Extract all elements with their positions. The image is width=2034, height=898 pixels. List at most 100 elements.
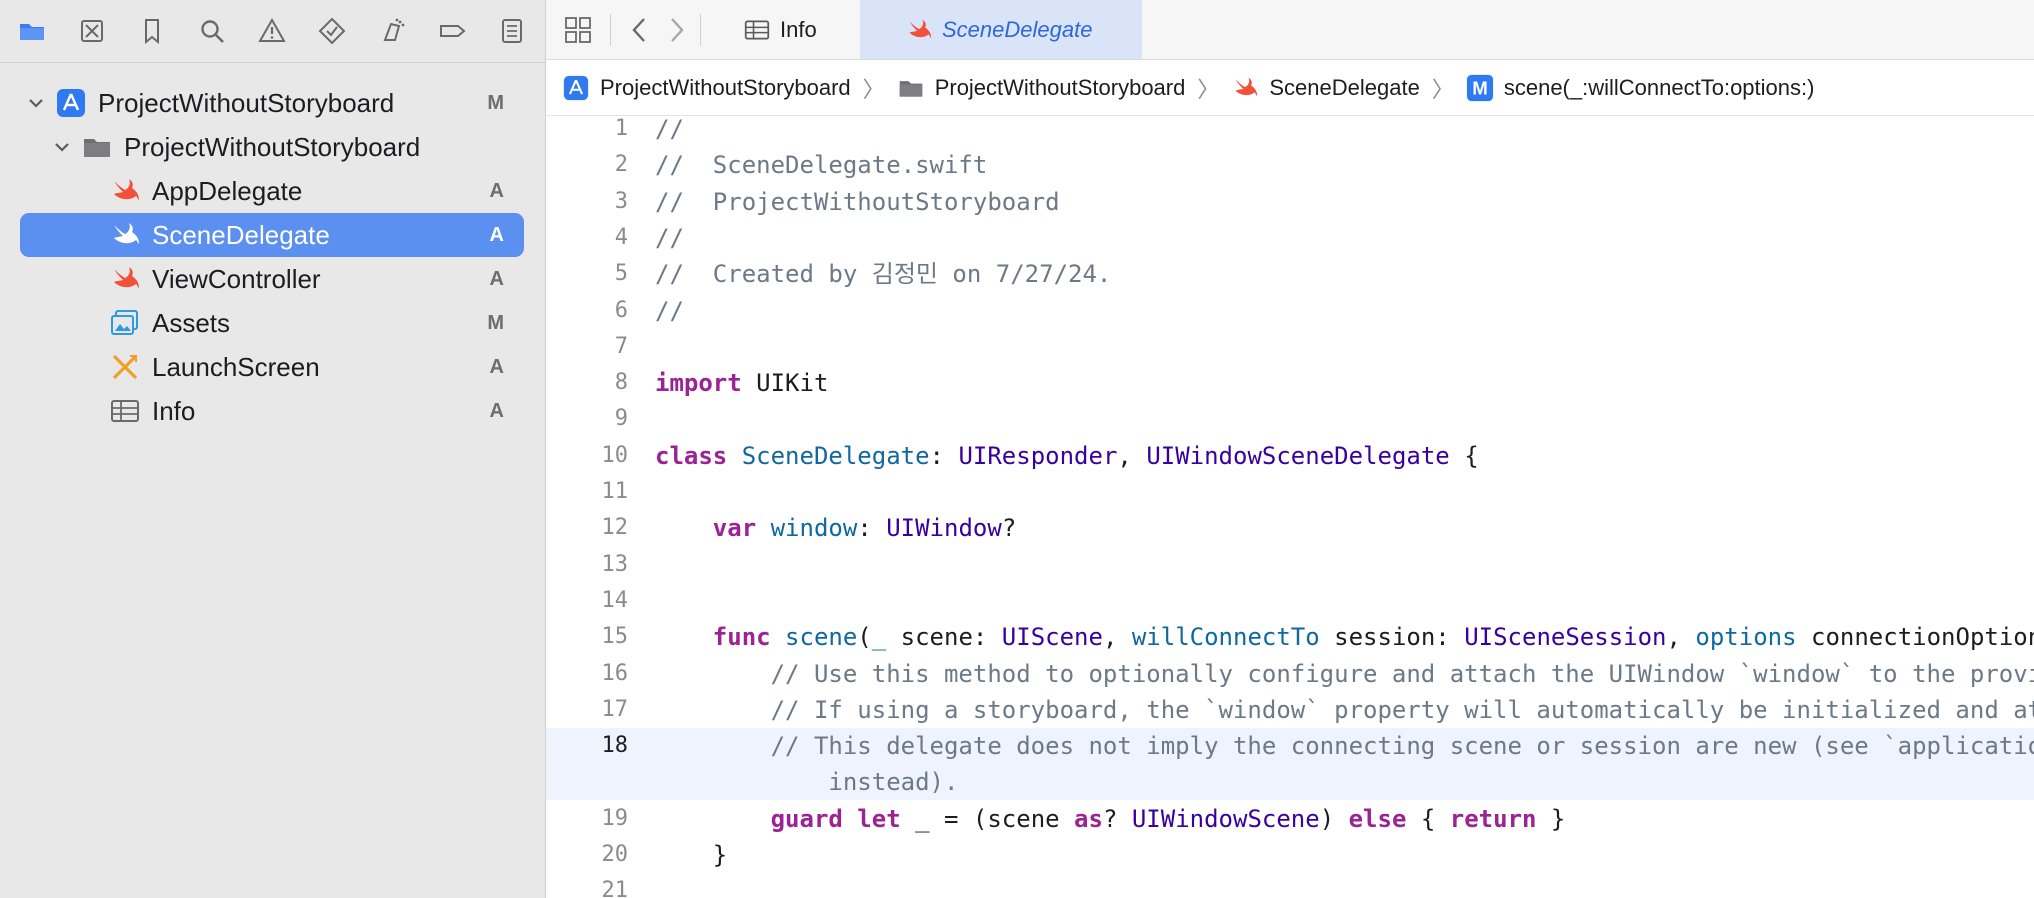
code-line[interactable]: 20 }: [546, 837, 2034, 873]
debug-icon[interactable]: [374, 13, 410, 49]
code-line[interactable]: 15 func scene(_ scene: UIScene, willConn…: [546, 619, 2034, 655]
code-text: }: [655, 837, 727, 873]
code-line[interactable]: 7: [546, 329, 2034, 365]
code-line[interactable]: 18 // This delegate does not imply the c…: [546, 728, 2034, 801]
tree-item-appdelegate[interactable]: AppDelegate A: [20, 169, 524, 213]
code-token: ?: [1001, 514, 1017, 543]
code-token: UIWindowScene: [1131, 804, 1320, 833]
tree-item-viewcontroller[interactable]: ViewController A: [20, 257, 524, 301]
breadcrumb-file[interactable]: SceneDelegate: [1231, 74, 1420, 102]
code-token: // Use this method to optionally configu…: [770, 659, 2034, 688]
code-line[interactable]: 3 // ProjectWithoutStoryboard: [546, 184, 2034, 220]
code-text: guard let _ = (scene as? UIWindowScene) …: [655, 801, 1566, 837]
code-line[interactable]: 16 // Use this method to optionally conf…: [546, 656, 2034, 692]
code-line[interactable]: 2 // SceneDelegate.swift: [546, 147, 2034, 183]
tree-item-assets[interactable]: Assets M: [20, 301, 524, 345]
code-token: //: [655, 223, 684, 252]
tree-item-launchscreen[interactable]: LaunchScreen A: [20, 345, 524, 389]
line-number: 20: [601, 842, 629, 867]
code-token: //: [655, 116, 684, 143]
find-icon[interactable]: [194, 13, 230, 49]
chevron-left-icon[interactable]: [622, 12, 658, 48]
folder-icon[interactable]: [14, 13, 50, 49]
code-token: UIWindow: [886, 514, 1002, 543]
code-line[interactable]: 4 //: [546, 220, 2034, 256]
toolbar-divider: [610, 14, 611, 46]
breadcrumb-project[interactable]: ProjectWithoutStoryboard: [562, 74, 851, 102]
scm-status-badge: A: [489, 399, 504, 422]
code-text: instead).: [655, 764, 958, 800]
code-line[interactable]: 8 import UIKit: [546, 365, 2034, 401]
swift-file-icon: [1231, 74, 1259, 102]
tab-info[interactable]: Info: [710, 0, 826, 59]
bookmark-icon[interactable]: [134, 13, 170, 49]
method-icon: M: [1466, 74, 1494, 102]
test-icon[interactable]: [314, 13, 350, 49]
code-line[interactable]: 14: [546, 583, 2034, 619]
chevron-down-icon[interactable]: [52, 137, 72, 157]
code-text: class SceneDelegate: UIResponder, UIWind…: [655, 438, 1479, 474]
code-token: UIWindowSceneDelegate: [1146, 441, 1450, 470]
tab-scenedelegate[interactable]: SceneDelegate: [860, 0, 1142, 59]
tree-item-project[interactable]: ProjectWithoutStoryboard M: [20, 81, 524, 125]
tree-item-info[interactable]: Info A: [20, 389, 524, 433]
source-editor: Info SceneDelegate ProjectWithoutStorybo…: [546, 0, 2034, 898]
tree-item-scenedelegate[interactable]: SceneDelegate A: [20, 213, 524, 257]
method-icon-letter: M: [1472, 77, 1488, 98]
issue-icon[interactable]: [254, 13, 290, 49]
code-token: UIResponder: [958, 441, 1118, 470]
code-text: // Created by 김정민 on 7/27/24.: [655, 256, 1111, 292]
line-number: 7: [614, 333, 628, 359]
scm-status-badge: A: [489, 179, 504, 202]
source-control-icon[interactable]: [74, 13, 110, 49]
breadcrumb-symbol[interactable]: M scene(_:willConnectTo:options:): [1466, 74, 1814, 102]
code-line[interactable]: 21: [546, 873, 2034, 898]
breadcrumb-label: ProjectWithoutStoryboard: [934, 74, 1186, 100]
tab-label: Info: [780, 16, 817, 42]
code-token: :: [929, 441, 959, 470]
line-number: 15: [601, 624, 629, 650]
code-token: {: [1449, 441, 1479, 470]
tree-item-label: LaunchScreen: [152, 351, 320, 382]
code-line[interactable]: 12 var window: UIWindow?: [546, 510, 2034, 546]
xcode-project-icon: [562, 74, 590, 102]
code-area[interactable]: 1 // 2 // SceneDelegate.swift 3 // ProjectWit…: [546, 116, 2034, 898]
tree-item-group[interactable]: ProjectWithoutStoryboard: [20, 125, 524, 169]
swift-file-icon: [906, 17, 932, 43]
code-line[interactable]: 1 //: [546, 116, 2034, 147]
code-text: // This delegate does not imply the conn…: [655, 728, 2034, 764]
code-token: ,: [1117, 441, 1147, 470]
code-line[interactable]: 10 class SceneDelegate: UIResponder, UIWi…: [546, 438, 2034, 474]
tab-label: SceneDelegate: [942, 16, 1093, 42]
code-line[interactable]: 17 // If using a storyboard, the `window…: [546, 692, 2034, 728]
code-token: // This delegate does not imply the conn…: [770, 732, 2034, 761]
breadcrumb-group[interactable]: ProjectWithoutStoryboard: [897, 74, 1186, 102]
folder-icon: [897, 74, 925, 102]
breakpoint-icon[interactable]: [434, 13, 470, 49]
code-line[interactable]: 19 guard let _ = (scene as? UIWindowScen…: [546, 801, 2034, 837]
code-line[interactable]: 9: [546, 401, 2034, 437]
code-token: options: [1695, 623, 1797, 652]
code-text: // SceneDelegate.swift: [655, 147, 987, 183]
code-line[interactable]: 11: [546, 474, 2034, 510]
line-number: 4: [614, 224, 628, 250]
line-number: 5: [614, 261, 628, 287]
navigator-toolbar: [0, 0, 546, 62]
code-line[interactable]: 6 //: [546, 293, 2034, 329]
breadcrumb-separator-icon: 〉: [1431, 76, 1454, 102]
line-number: 12: [601, 515, 629, 541]
code-token: }: [1536, 804, 1566, 833]
related-items-grid-icon[interactable]: [560, 12, 596, 48]
scm-status-badge: A: [489, 223, 504, 246]
chevron-right-icon[interactable]: [658, 12, 694, 48]
code-token: }: [655, 841, 728, 869]
report-icon[interactable]: [494, 13, 530, 49]
code-line[interactable]: 13: [546, 547, 2034, 583]
storyboard-icon: [110, 352, 140, 382]
chevron-down-icon[interactable]: [26, 93, 46, 113]
code-token: _: [871, 623, 887, 652]
code-line[interactable]: 5 // Created by 김정민 on 7/27/24.: [546, 256, 2034, 292]
line-number: 8: [614, 370, 628, 396]
